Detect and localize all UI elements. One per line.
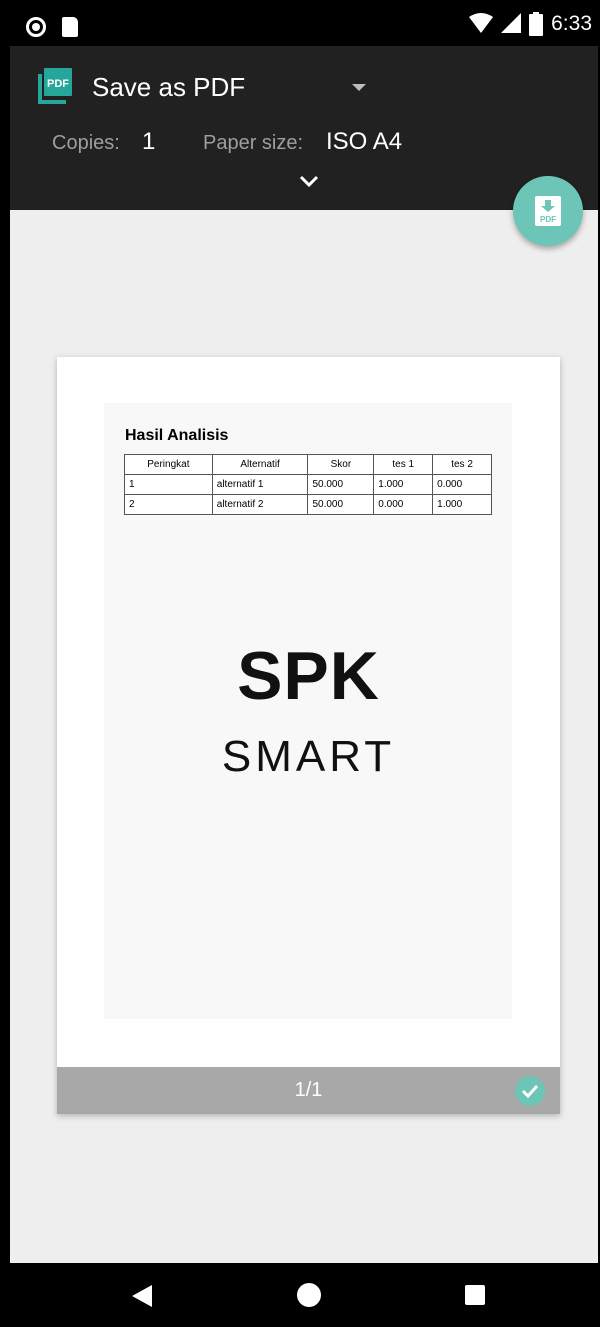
recents-icon[interactable] <box>465 1285 485 1305</box>
back-icon[interactable] <box>132 1285 152 1307</box>
copies-value[interactable]: 1 <box>142 128 155 156</box>
table-row: 1 alternatif 1 50.000 1.000 0.000 <box>124 474 492 495</box>
table-header-cell: tes 2 <box>432 454 492 475</box>
pdf-app-icon: PDF <box>38 68 72 104</box>
navigation-bar <box>10 1263 598 1327</box>
table-row: 2 alternatif 2 50.000 0.000 1.000 <box>124 494 492 515</box>
table-cell: 50.000 <box>307 494 375 515</box>
table-cell: 0.000 <box>432 474 492 495</box>
table-cell: 50.000 <box>307 474 375 495</box>
table-cell: 1 <box>124 474 213 495</box>
home-icon[interactable] <box>297 1283 321 1307</box>
clock: 6:33 <box>551 12 592 35</box>
table-cell: 0.000 <box>373 494 434 515</box>
page-number: 1/1 <box>294 1079 323 1101</box>
page-preview[interactable]: Hasil Analisis Peringkat Alternatif Skor… <box>57 357 560 1114</box>
download-pdf-button[interactable]: PDF <box>513 176 583 246</box>
wifi-icon <box>469 13 494 33</box>
screen: 6:33 PDF Save as PDF Copies: 1 Paper siz… <box>0 0 600 1327</box>
page-footer: 1/1 <box>57 1067 560 1114</box>
status-bar: 6:33 <box>10 8 598 46</box>
logo-smart: SMART <box>221 732 396 781</box>
download-pdf-icon: PDF <box>535 196 561 226</box>
table-cell: 1.000 <box>432 494 492 515</box>
table-cell: alternatif 2 <box>211 494 309 515</box>
print-options-header: PDF Save as PDF Copies: 1 Paper size: IS… <box>10 46 598 210</box>
destination-selector[interactable]: Save as PDF <box>92 72 245 103</box>
table-header-cell: Peringkat <box>124 454 213 475</box>
expand-chevron-icon[interactable] <box>299 174 319 188</box>
table-header-cell: Alternatif <box>211 454 309 475</box>
table-cell: alternatif 1 <box>211 474 309 495</box>
table-header-cell: Skor <box>307 454 375 475</box>
table-cell: 1.000 <box>373 474 434 495</box>
paper-size-value[interactable]: ISO A4 <box>326 128 402 156</box>
battery-icon <box>529 12 544 36</box>
copies-label: Copies: <box>52 132 120 154</box>
download-pdf-icon-label: PDF <box>540 215 556 224</box>
results-table: Peringkat Alternatif Skor tes 1 tes 2 1 … <box>124 454 492 515</box>
page-selected-check-icon[interactable] <box>515 1076 545 1106</box>
pdf-app-icon-label: PDF <box>47 78 69 90</box>
logo-spk: SPK <box>237 638 380 714</box>
paper-size-label: Paper size: <box>203 132 304 154</box>
document-title: Hasil Analisis <box>125 427 229 444</box>
dropdown-arrow-icon[interactable] <box>352 84 366 91</box>
print-preview-area: Hasil Analisis Peringkat Alternatif Skor… <box>10 210 598 1263</box>
signal-icon <box>501 13 522 33</box>
table-cell: 2 <box>124 494 213 515</box>
table-header-cell: tes 1 <box>373 454 434 475</box>
sd-card-icon <box>62 17 78 37</box>
record-icon <box>26 17 46 37</box>
